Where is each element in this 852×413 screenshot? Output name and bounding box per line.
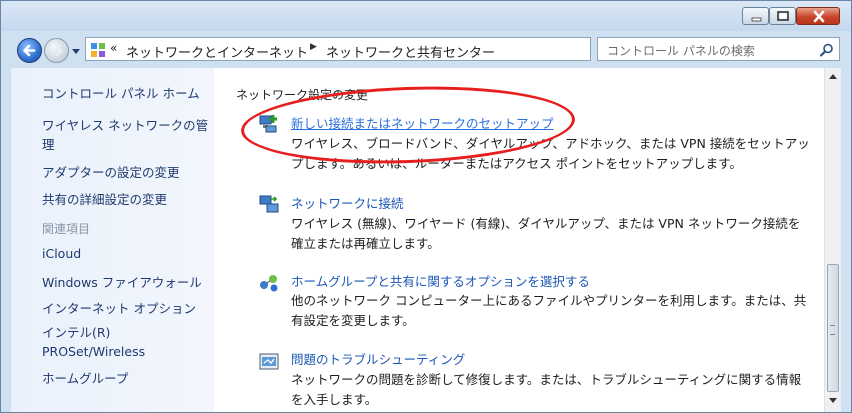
search-box[interactable]: コントロール パネルの検索 — [597, 37, 840, 61]
sidebar-item-sharing[interactable]: 共有の詳細設定の変更 — [42, 189, 167, 208]
sidebar-item-wireless[interactable]: ワイヤレス ネットワークの管理 — [42, 116, 212, 154]
task-link-connect-network[interactable]: ネットワークに接続 — [291, 193, 404, 212]
minimize-icon — [751, 17, 762, 22]
forward-arrow-icon — [50, 44, 63, 57]
troubleshoot-icon — [259, 353, 279, 370]
window-frame — [841, 68, 851, 412]
title-bar — [1, 1, 851, 31]
sidebar-item-icloud[interactable]: iCloud — [42, 246, 81, 261]
minimize-button[interactable] — [742, 7, 769, 25]
task-link-homegroup[interactable]: ホームグループと共有に関するオプションを選択する — [291, 271, 590, 290]
control-panel-window: « ネットワークとインターネット ▶ ネットワークと共有センター コントロール … — [0, 0, 852, 413]
sidebar-item-intel[interactable]: インテル(R) PROSet/Wireless — [42, 323, 212, 361]
sidebar-item-cp-home[interactable]: コントロール パネル ホーム — [42, 83, 200, 102]
related-header: 関連項目 — [42, 222, 91, 236]
section-title: ネットワーク設定の変更 — [236, 88, 369, 102]
address-bar[interactable]: « ネットワークとインターネット ▶ ネットワークと共有センター — [85, 37, 669, 61]
maximize-button[interactable] — [769, 7, 796, 25]
sidebar-item-adapter[interactable]: アダプターの設定の変更 — [42, 162, 180, 181]
sidebar-item-firewall[interactable]: Windows ファイアウォール — [42, 272, 202, 291]
maximize-icon — [777, 11, 789, 21]
task-link-new-connection[interactable]: 新しい接続またはネットワークのセットアップ — [291, 113, 554, 132]
breadcrumb-separator-icon[interactable]: ▶ — [310, 42, 317, 52]
close-button[interactable] — [796, 7, 840, 25]
vertical-scrollbar[interactable] — [824, 68, 841, 412]
task-link-troubleshoot[interactable]: 問題のトラブルシューティング — [291, 349, 465, 368]
forward-button[interactable] — [44, 38, 69, 63]
history-dropdown-icon[interactable] — [71, 46, 81, 56]
search-icon[interactable] — [820, 43, 834, 57]
scroll-up-icon[interactable] — [829, 74, 837, 79]
scroll-down-icon[interactable] — [829, 398, 837, 403]
back-arrow-icon — [23, 44, 36, 57]
homegroup-icon — [260, 275, 278, 292]
navigation-pane: コントロール パネル ホーム ワイヤレス ネットワークの管理 アダプターの設定の… — [11, 68, 214, 412]
task-desc-connect-network: ワイヤレス (無線)、ワイヤード (有線)、ダイヤルアップ、または VPN ネッ… — [291, 216, 801, 251]
task-desc-new-connection: ワイヤレス、ブロードバンド、ダイヤルアップ、アドホック、または VPN 接続をセ… — [291, 136, 810, 171]
back-button[interactable] — [17, 38, 42, 63]
close-icon — [813, 10, 825, 23]
content-pane: ネットワーク設定の変更 新しい接続またはネットワークのセットアップ ワイヤレス、… — [214, 68, 824, 412]
sidebar-item-internet-options[interactable]: インターネット オプション — [42, 298, 196, 317]
task-desc-homegroup: 他のネットワーク コンピューター上にあるファイルやプリンターを利用します。または… — [291, 293, 807, 328]
breadcrumb-network-internet[interactable]: ネットワークとインターネット — [126, 42, 308, 61]
connect-network-icon — [259, 195, 279, 213]
breadcrumb-network-sharing-center[interactable]: ネットワークと共有センター — [326, 42, 495, 61]
task-desc-troubleshoot: ネットワークの問題を診断して修復します。または、トラブルシューティングに関する情… — [291, 372, 802, 407]
address-overflow-chevron[interactable]: « — [110, 41, 117, 55]
search-input[interactable]: コントロール パネルの検索 — [607, 42, 755, 59]
sidebar-item-homegroup[interactable]: ホームグループ — [42, 368, 128, 387]
scrollbar-grip-icon — [830, 325, 835, 335]
network-folder-icon — [91, 43, 105, 57]
new-connection-icon — [259, 115, 277, 133]
